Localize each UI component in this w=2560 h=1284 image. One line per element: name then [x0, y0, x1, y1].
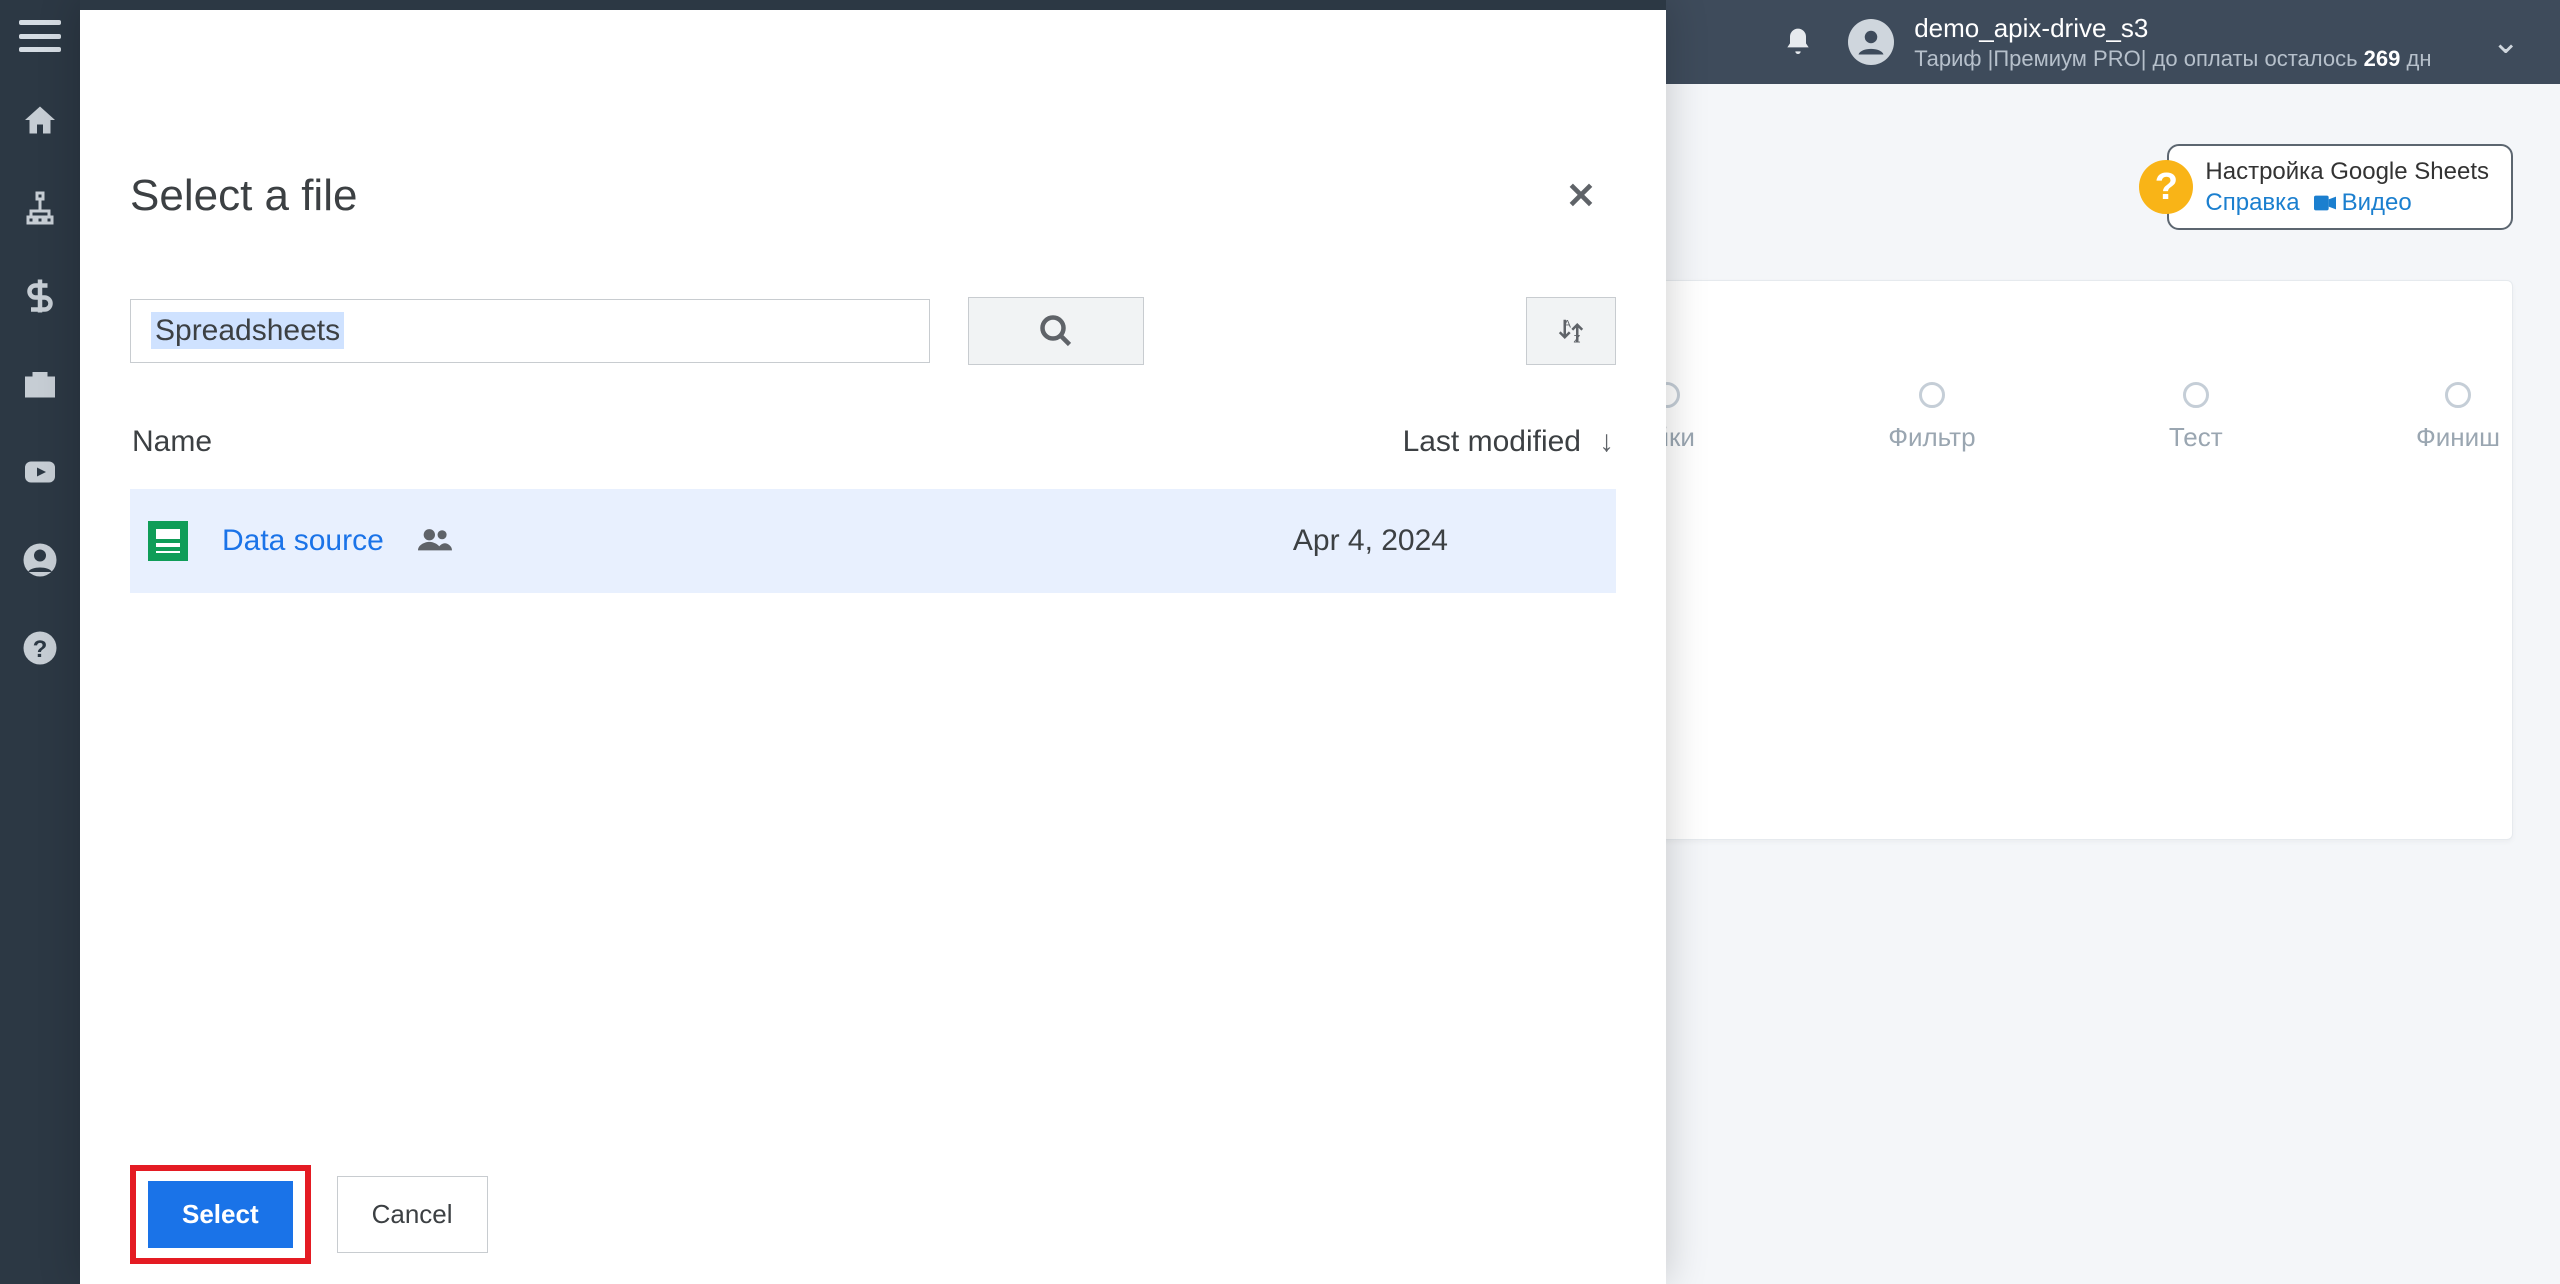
sidebar: ? — [0, 0, 80, 1284]
youtube-icon[interactable] — [20, 452, 60, 492]
sort-arrow-down-icon: ↓ — [1599, 425, 1614, 459]
select-button[interactable]: Select — [148, 1181, 293, 1248]
step-finish[interactable]: Финиш — [2416, 382, 2500, 453]
svg-text:A: A — [1564, 318, 1572, 330]
help-link[interactable]: Справка — [2205, 187, 2299, 218]
search-button[interactable] — [968, 297, 1144, 365]
cancel-button[interactable]: Cancel — [337, 1176, 488, 1253]
wizard-steps: ойки Фильтр Тест Финиш — [1640, 382, 2500, 453]
home-icon[interactable] — [20, 100, 60, 140]
step-filter[interactable]: Фильтр — [1888, 382, 1975, 453]
picker-title: Select a file — [130, 171, 357, 221]
shared-icon — [418, 526, 452, 557]
step-test[interactable]: Тест — [2169, 382, 2223, 453]
help-title: Настройка Google Sheets — [2205, 156, 2489, 187]
chevron-down-icon[interactable]: ⌄ — [2492, 22, 2521, 62]
connections-icon[interactable] — [20, 188, 60, 228]
column-name[interactable]: Name — [132, 425, 1403, 459]
notifications-icon[interactable] — [1778, 22, 1818, 62]
tariff-text: Тариф |Премиум PRO| до оплаты осталось 2… — [1914, 45, 2431, 73]
file-date: Apr 4, 2024 — [1293, 524, 1448, 558]
help-badge: ? Настройка Google Sheets Справка Видео — [2139, 144, 2513, 230]
close-icon[interactable]: ✕ — [1546, 165, 1616, 227]
file-name: Data source — [222, 524, 384, 558]
avatar-icon — [1848, 19, 1894, 65]
svg-text:?: ? — [33, 636, 48, 663]
hamburger-menu-icon[interactable] — [19, 20, 61, 52]
help-icon[interactable]: ? — [20, 628, 60, 668]
column-headers: Name Last modified↓ — [130, 425, 1616, 459]
username: demo_apix-drive_s3 — [1914, 12, 2431, 45]
select-button-highlight: Select — [130, 1165, 311, 1264]
file-row[interactable]: Data source Apr 4, 2024 — [130, 489, 1616, 593]
svg-text:Z: Z — [1574, 333, 1581, 345]
column-last-modified[interactable]: Last modified↓ — [1403, 425, 1614, 459]
video-link[interactable]: Видео — [2314, 187, 2412, 218]
user-menu[interactable]: demo_apix-drive_s3 Тариф |Премиум PRO| д… — [1848, 12, 2520, 72]
filter-chip[interactable]: Spreadsheets — [130, 299, 930, 363]
file-picker-modal: Select a file ✕ Spreadsheets AZ Name Las… — [80, 0, 1666, 1284]
account-icon[interactable] — [20, 540, 60, 580]
billing-icon[interactable] — [20, 276, 60, 316]
sort-button[interactable]: AZ — [1526, 297, 1616, 365]
briefcase-icon[interactable] — [20, 364, 60, 404]
spreadsheet-icon — [148, 521, 188, 561]
